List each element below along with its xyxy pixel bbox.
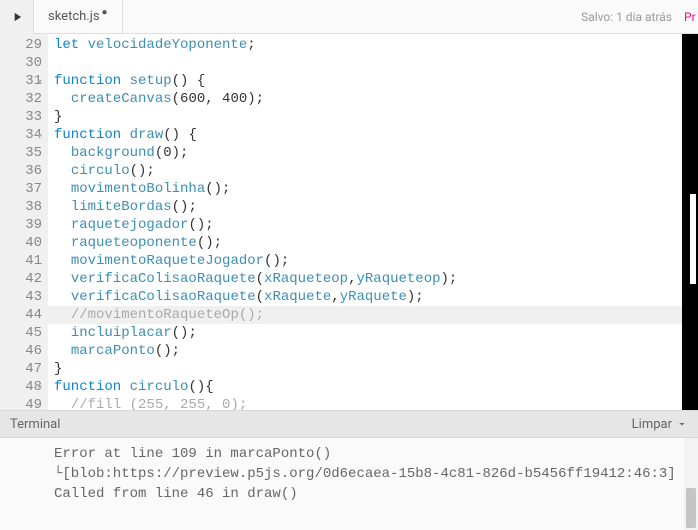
terminal-body[interactable]: Error at line 109 in marcaPonto()└[blob:… (0, 438, 698, 530)
save-status: Salvo: 1 dia atrás (581, 10, 684, 24)
terminal-scrollbar[interactable] (684, 438, 698, 530)
code-line[interactable]: createCanvas(600, 400); (54, 90, 684, 108)
line-number: 46 (0, 342, 42, 360)
code-line[interactable]: let velocidadeYoponente; (54, 36, 684, 54)
code-line[interactable]: raquetejogador(); (54, 216, 684, 234)
code-line[interactable]: //fill (255, 255, 0); (54, 396, 684, 410)
code-line[interactable]: verificaColisaoRaquete(xRaqueteop,yRaque… (54, 270, 684, 288)
line-number: 33 (0, 108, 42, 126)
code-line[interactable]: } (54, 360, 684, 378)
code-line[interactable]: raqueteoponente(); (54, 234, 684, 252)
terminal-line: Error at line 109 in marcaPonto() (48, 444, 690, 464)
line-number: 45 (0, 324, 42, 342)
code-line[interactable]: } (54, 108, 684, 126)
line-number: 35 (0, 144, 42, 162)
editor: 293031▾323334▾35363738394041424344454647… (0, 34, 698, 410)
line-number: 44 (0, 306, 42, 324)
line-number: 39 (0, 216, 42, 234)
code-line[interactable]: limiteBordas(); (54, 198, 684, 216)
code-line[interactable]: circulo(); (54, 162, 684, 180)
line-gutter: 293031▾323334▾35363738394041424344454647… (0, 34, 48, 410)
line-number: 29 (0, 36, 42, 54)
line-number: 37 (0, 180, 42, 198)
terminal-line: └[blob:https://preview.p5js.org/0d6ecaea… (48, 464, 690, 484)
line-number: 41 (0, 252, 42, 270)
line-number: 31▾ (0, 72, 42, 90)
topbar: sketch.js ● Salvo: 1 dia atrás Pr (0, 0, 698, 34)
line-number: 43 (0, 288, 42, 306)
code-line[interactable]: incluiplacar(); (54, 324, 684, 342)
terminal-line: Called from line 46 in draw() (48, 484, 690, 504)
line-number: 40 (0, 234, 42, 252)
code-line[interactable]: function setup() { (54, 72, 684, 90)
terminal-title: Terminal (10, 417, 60, 432)
chevron-down-icon (676, 418, 688, 430)
line-number: 38 (0, 198, 42, 216)
code-line[interactable]: background(0); (54, 144, 684, 162)
line-number: 49 (0, 396, 42, 414)
preview-panel (682, 34, 698, 410)
code-line[interactable]: //movimentoRaqueteOp(); (54, 306, 684, 324)
code-line[interactable]: movimentoBolinha(); (54, 180, 684, 198)
code-line[interactable]: marcaPonto(); (54, 342, 684, 360)
preview-label: Pr (684, 10, 698, 24)
line-number: 47 (0, 360, 42, 378)
line-number: 32 (0, 90, 42, 108)
clear-button[interactable]: Limpar (632, 417, 688, 432)
preview-paddle (690, 194, 696, 284)
line-number: 42 (0, 270, 42, 288)
file-tab-label: sketch.js (48, 9, 100, 24)
code-line[interactable]: verificaColisaoRaquete(xRaquete,yRaquete… (54, 288, 684, 306)
run-button[interactable] (0, 0, 34, 34)
terminal-header: Terminal Limpar (0, 410, 698, 438)
line-number: 34▾ (0, 126, 42, 144)
code-line[interactable]: function circulo(){ (54, 378, 684, 396)
line-number: 36 (0, 162, 42, 180)
code-line[interactable]: movimentoRaqueteJogador(); (54, 252, 684, 270)
clear-label: Limpar (632, 417, 672, 432)
play-icon (10, 10, 24, 24)
code-line[interactable]: function draw() { (54, 126, 684, 144)
code-line[interactable] (54, 54, 684, 72)
modified-dot-icon: ● (102, 7, 108, 18)
line-number: 48▾ (0, 378, 42, 396)
terminal-scrollbar-thumb[interactable] (686, 488, 696, 528)
line-number: 30 (0, 54, 42, 72)
file-tab[interactable]: sketch.js ● (34, 0, 123, 34)
code-area[interactable]: let velocidadeYoponente; function setup()… (48, 34, 684, 410)
